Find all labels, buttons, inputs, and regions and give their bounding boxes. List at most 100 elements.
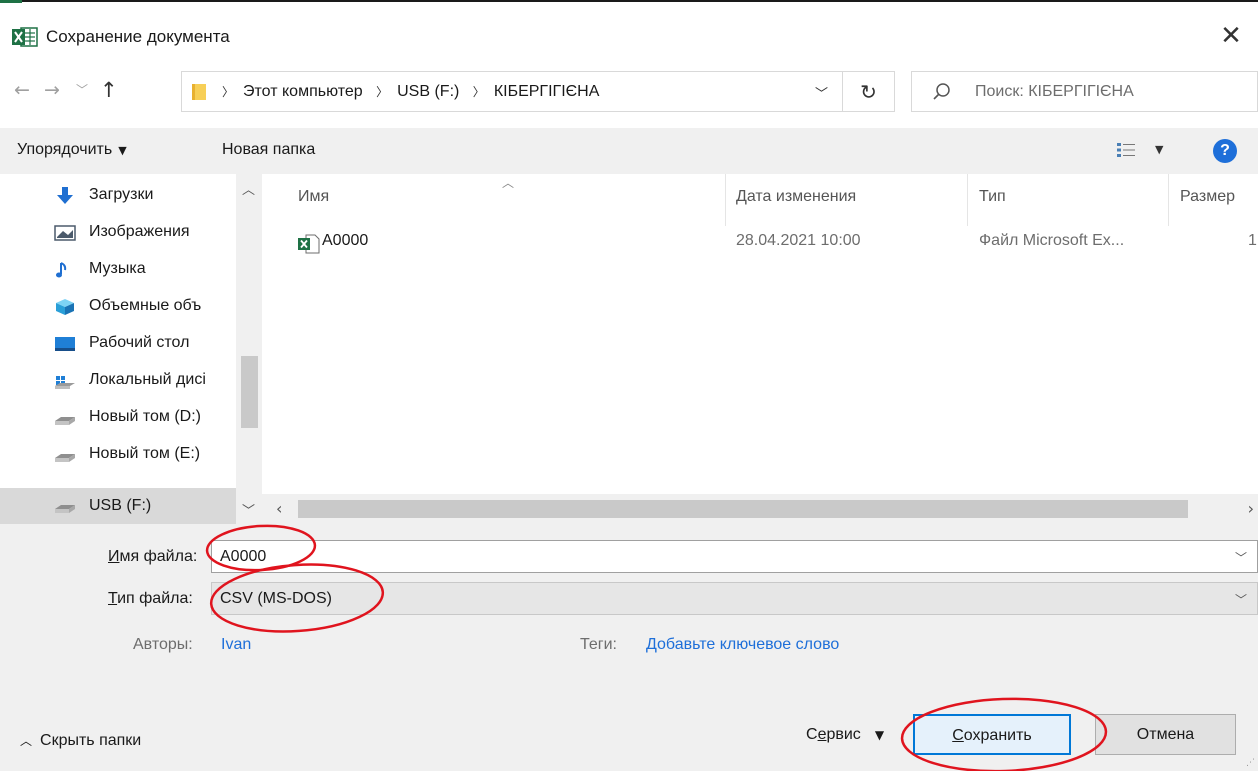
breadcrumb: 〉 Этот компьютер 〉 USB (F:) 〉 КІБЕРГІГІЄНА	[220, 83, 599, 101]
nav-item-downloads[interactable]: Загрузки	[0, 177, 236, 214]
nav-item-label: Изображения	[89, 223, 190, 240]
folder-icon	[192, 84, 206, 100]
column-header-modified[interactable]: Дата изменения	[736, 188, 856, 206]
dialog-title: Сохранение документа	[46, 27, 230, 46]
top-window-edge	[0, 0, 1258, 12]
nav-item-label: Новый том (D:)	[89, 408, 201, 425]
scroll-up-chevron-icon[interactable]: ︿	[242, 179, 255, 198]
excel-app-icon	[12, 27, 38, 47]
title-bar: Сохранение документа ✕	[0, 14, 1258, 60]
cancel-button[interactable]: Отмена	[1095, 714, 1236, 755]
nav-item-3d-objects[interactable]: Объемные объ	[0, 288, 236, 325]
excel-file-icon	[298, 234, 320, 254]
forward-arrow-icon[interactable]: →	[44, 79, 60, 101]
close-icon[interactable]: ✕	[1218, 22, 1244, 50]
nav-item-label: Музыка	[89, 260, 146, 277]
file-name: A0000	[322, 232, 369, 249]
column-header-size[interactable]: Размер	[1180, 188, 1235, 206]
help-icon[interactable]: ?	[1213, 139, 1237, 163]
save-button[interactable]: Сохранить	[913, 714, 1071, 755]
breadcrumb-separator-icon: 〉	[472, 85, 485, 99]
usb-drive-icon	[55, 505, 75, 513]
tags-label: Теги:	[580, 636, 617, 653]
hide-folders-label: Скрыть папки	[40, 732, 142, 749]
caret-down-icon: ▼	[874, 728, 885, 742]
chevron-down-icon[interactable]: ﹀	[1235, 591, 1247, 608]
chevron-down-icon[interactable]: ﹀	[1235, 549, 1247, 566]
downloads-icon	[57, 187, 73, 204]
column-header-type[interactable]: Тип	[979, 188, 1006, 206]
file-list-horizontal-scrollbar[interactable]: ‹ ›	[262, 494, 1258, 524]
filetype-label-accesskey: Т	[108, 590, 118, 607]
save-label-text: охранить	[963, 727, 1032, 744]
nav-item-drive-e[interactable]: Новый том (E:)	[0, 436, 236, 473]
column-header-name[interactable]: Имя	[298, 188, 329, 206]
filetype-label-text: ип файла:	[117, 590, 193, 607]
refresh-icon[interactable]: ↻	[843, 71, 895, 112]
desktop-icon	[55, 337, 75, 351]
view-options-caret-icon[interactable]: ▼	[1155, 143, 1163, 156]
nav-item-label: Загрузки	[89, 186, 154, 203]
column-divider[interactable]	[1168, 174, 1169, 226]
music-icon	[56, 262, 67, 278]
scroll-left-chevron-icon[interactable]: ‹	[276, 499, 282, 518]
caret-down-icon: ▼	[118, 144, 127, 157]
excel-accent-strip	[0, 0, 22, 3]
file-type: Файл Microsoft Ex...	[979, 232, 1125, 249]
filename-input[interactable]: A0000 ﹀	[211, 540, 1258, 573]
up-arrow-icon[interactable]: ↑	[100, 78, 118, 102]
nav-item-label: Объемные объ	[89, 297, 202, 314]
nav-item-drive-d[interactable]: Новый том (D:)	[0, 399, 236, 436]
filename-label: Имя файла:	[108, 548, 197, 566]
table-row[interactable]: A0000 28.04.2021 10:00 Файл Microsoft Ex…	[262, 224, 1258, 264]
nav-vertical-scrollbar[interactable]: ︿ ﹀	[236, 174, 262, 524]
nav-item-label: Рабочий стол	[89, 334, 190, 351]
address-dropdown-chevron-icon[interactable]: ﹀	[815, 83, 828, 102]
address-bar[interactable]: 〉 Этот компьютер 〉 USB (F:) 〉 КІБЕРГІГІЄНА …	[181, 71, 843, 112]
nav-item-usb[interactable]: USB (F:)	[0, 488, 236, 524]
breadcrumb-item-folder[interactable]: КІБЕРГІГІЄНА	[494, 83, 600, 100]
breadcrumb-item-this-pc[interactable]: Этот компьютер	[243, 83, 363, 100]
resize-grip-icon[interactable]: ⋰	[1246, 758, 1255, 768]
nav-item-local-disk[interactable]: Локальный дисі	[0, 362, 236, 399]
file-modified: 28.04.2021 10:00	[736, 232, 861, 249]
filetype-value: CSV (MS-DOS)	[220, 590, 332, 607]
scrollbar-thumb[interactable]	[298, 500, 1188, 518]
scroll-right-chevron-icon[interactable]: ›	[1248, 499, 1254, 518]
filetype-label: Тип файла:	[108, 590, 193, 608]
new-folder-button[interactable]: Новая папка	[222, 141, 315, 159]
nav-item-desktop[interactable]: Рабочий стол	[0, 325, 236, 362]
filetype-select[interactable]: CSV (MS-DOS) ﹀	[211, 582, 1258, 615]
breadcrumb-separator-icon: 〉	[376, 85, 389, 99]
breadcrumb-item-usb[interactable]: USB (F:)	[397, 83, 459, 100]
nav-item-label: USB (F:)	[89, 497, 152, 514]
nav-item-pictures[interactable]: Изображения	[0, 214, 236, 251]
3d-objects-icon	[56, 299, 74, 315]
recent-locations-chevron-icon[interactable]: ﹀	[76, 81, 88, 98]
back-arrow-icon[interactable]: ←	[14, 79, 30, 101]
nav-item-music[interactable]: Музыка	[0, 251, 236, 288]
filename-label-text: мя файла:	[119, 548, 198, 565]
navigation-pane: Загрузки Изображения Музыка Объемные объ…	[0, 174, 262, 524]
drive-icon	[55, 417, 75, 425]
search-placeholder: Поиск: КІБЕРГІГІЄНА	[975, 83, 1134, 100]
filename-label-accesskey: И	[108, 548, 120, 565]
scroll-down-chevron-icon[interactable]: ﹀	[242, 500, 255, 519]
column-divider[interactable]	[725, 174, 726, 226]
drive-icon	[55, 454, 75, 462]
tools-button[interactable]: Сервис ▼	[806, 726, 884, 744]
view-details-icon[interactable]	[1116, 140, 1136, 160]
pictures-icon	[54, 225, 76, 241]
hide-folders-button[interactable]: ︿ Скрыть папки	[20, 732, 141, 750]
search-icon	[933, 83, 950, 100]
organize-button[interactable]: Упорядочить ▼	[17, 141, 127, 159]
scrollbar-thumb[interactable]	[241, 356, 258, 428]
authors-label: Авторы:	[133, 636, 193, 653]
organize-label: Упорядочить	[17, 141, 113, 158]
search-input[interactable]: Поиск: КІБЕРГІГІЄНА	[911, 71, 1258, 112]
column-divider[interactable]	[967, 174, 968, 226]
tags-value[interactable]: Добавьте ключевое слово	[646, 636, 839, 654]
chevron-up-icon: ︿	[20, 734, 33, 748]
authors-value[interactable]: Ivan	[221, 636, 251, 654]
file-list: ︿ Имя Дата изменения Тип Размер A0000 28…	[262, 174, 1258, 524]
